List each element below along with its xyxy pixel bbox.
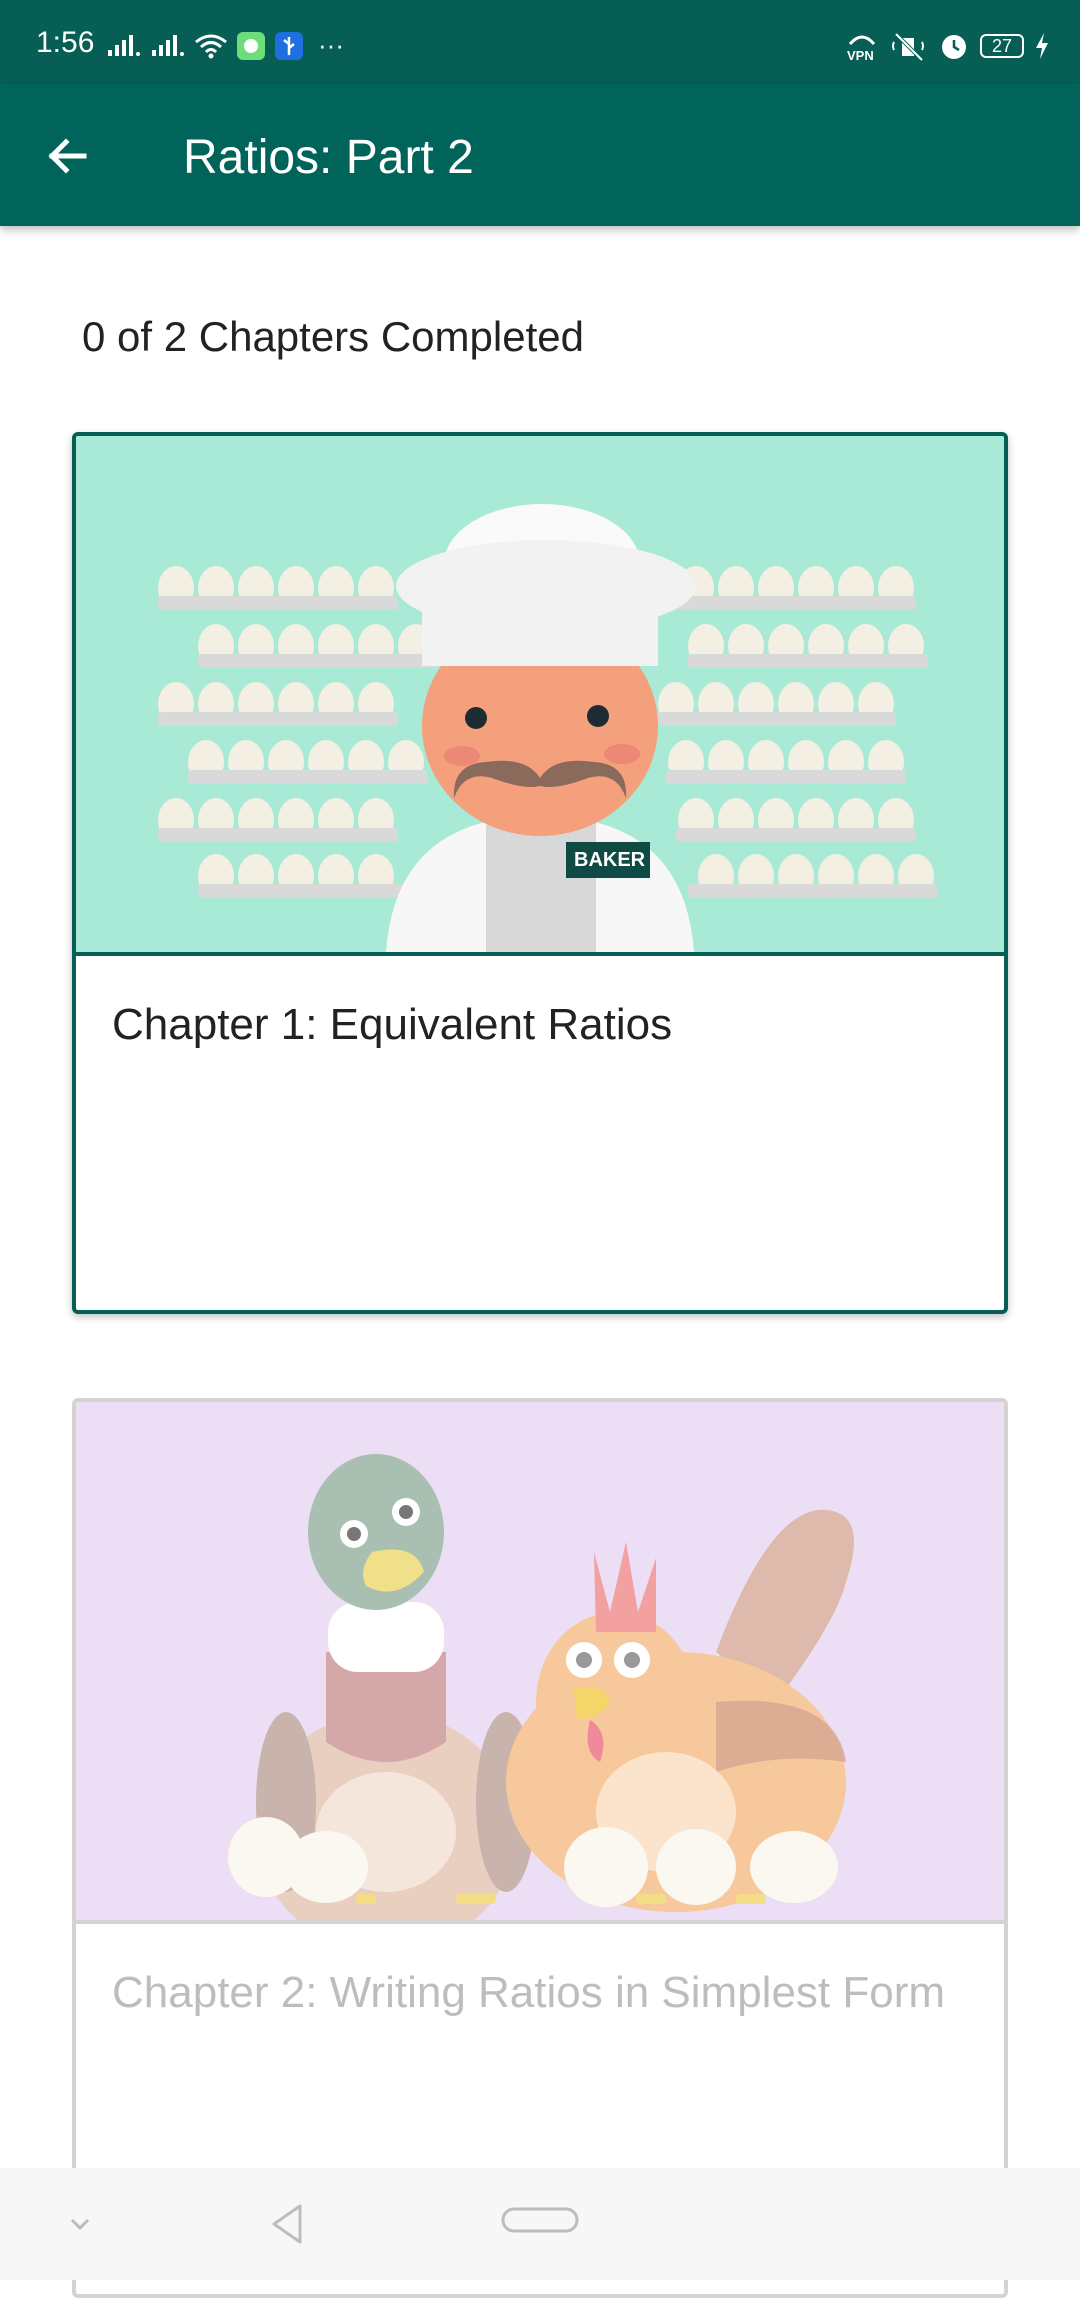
- chapter-1-image: BAKER: [76, 436, 1004, 956]
- chapter-card-1[interactable]: BAKER Chapter 1: Equivalent Ratios: [72, 432, 1008, 1314]
- signal-icon: [108, 34, 140, 56]
- usb-icon: [275, 31, 303, 60]
- alarm-icon: [942, 35, 966, 59]
- system-nav-bar: [0, 2168, 1080, 2280]
- chapter-card-2[interactable]: Chapter 2: Writing Ratios in Simplest Fo…: [72, 1398, 1008, 2298]
- nav-back-button[interactable]: [264, 2198, 312, 2250]
- nav-home-button[interactable]: [500, 2206, 580, 2236]
- status-time: 1:56: [36, 26, 95, 59]
- notification-app-icon: [237, 31, 265, 60]
- svg-text:VPN: VPN: [847, 48, 874, 62]
- home-pill-icon: [501, 2207, 579, 2233]
- page-title: Ratios: Part 2: [183, 131, 474, 184]
- back-triangle-icon: [272, 2204, 302, 2244]
- chapter-1-title: Chapter 1: Equivalent Ratios: [112, 1000, 673, 1049]
- signal-icon: [152, 34, 184, 56]
- baker-figure: [386, 504, 696, 952]
- chevron-down-icon: [70, 2218, 90, 2231]
- arrow-left-icon: [48, 138, 87, 174]
- chapters-progress-text: 0 of 2 Chapters Completed: [82, 313, 584, 360]
- battery-level: 27: [991, 36, 1013, 56]
- more-notifications-dots: ···: [318, 30, 344, 60]
- chapter-2-image: [76, 1402, 1004, 1952]
- back-button[interactable]: [36, 124, 100, 188]
- baker-badge-text: BAKER: [574, 849, 646, 871]
- app-bar: Ratios: Part 2: [0, 84, 1080, 226]
- chapter-2-title: Chapter 2: Writing Ratios in Simplest Fo…: [112, 1968, 946, 2017]
- baker-with-eggs-illustration: [158, 504, 938, 952]
- vpn-icon: VPN: [847, 35, 876, 62]
- status-right-icons: VPN 27: [844, 30, 1050, 62]
- battery-icon: 27: [980, 34, 1024, 58]
- nav-collapse-button[interactable]: [60, 2204, 100, 2244]
- status-left-icons: ···: [106, 30, 344, 61]
- duck-and-chicken-illustration: [228, 1454, 854, 1952]
- charging-icon: [1036, 33, 1048, 59]
- mute-icon: [892, 32, 924, 62]
- status-bar: 1:56 ··· VPN 27: [0, 0, 1080, 84]
- wifi-icon: [195, 34, 227, 58]
